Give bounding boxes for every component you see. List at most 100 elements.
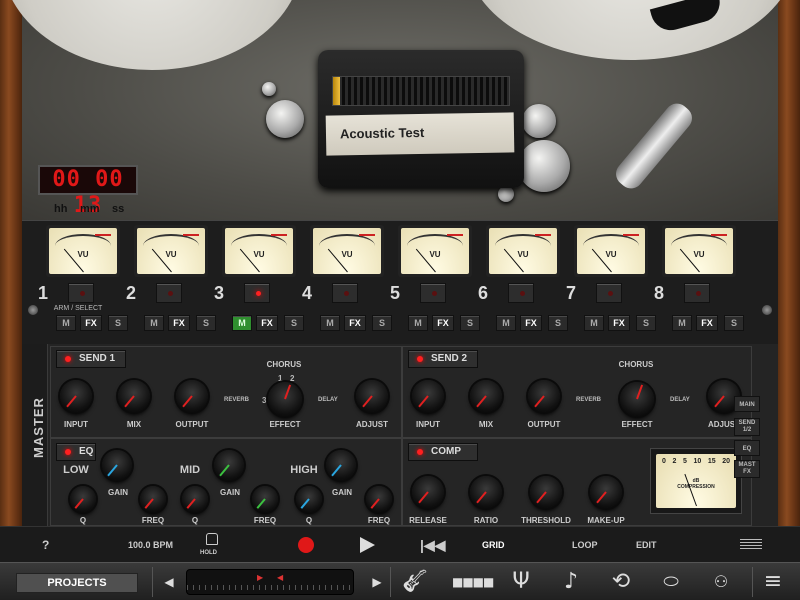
left-reel[interactable]	[2, 0, 302, 70]
loop-end-marker: ◀	[277, 573, 284, 582]
rewind-button[interactable]: |◀◀	[420, 527, 445, 563]
waveform-icon[interactable]	[740, 539, 762, 551]
monitor-button[interactable]: M	[408, 315, 428, 331]
route-mast-fx-button[interactable]: MAST FX	[734, 460, 760, 478]
track-strip: VU 1 ARM / SELECT M FX S VU 2 M FX S VU 3 M FX S VU 4 M FX S…	[22, 220, 778, 344]
fx-button[interactable]: FX	[520, 315, 542, 331]
vu-meter-face: VU	[577, 228, 645, 274]
eq-low-freq-knob[interactable]	[140, 486, 166, 512]
arm-led	[256, 291, 261, 296]
eq-mid-gain-knob[interactable]	[214, 450, 244, 480]
scrub-right-icon[interactable]: ▶	[362, 567, 392, 597]
send2-mix-knob[interactable]	[470, 380, 502, 412]
send1-input-knob[interactable]	[60, 380, 92, 412]
tape-name-label[interactable]: Acoustic Test	[325, 112, 515, 156]
eq-mid-freq-knob[interactable]	[252, 486, 278, 512]
send1-button[interactable]: SEND 1	[56, 350, 126, 368]
send1-effect-knob[interactable]	[268, 382, 302, 416]
arm-select-button[interactable]	[684, 283, 710, 303]
vu-red-zone	[271, 234, 287, 242]
monitor-button[interactable]: M	[232, 315, 252, 331]
play-button[interactable]	[360, 537, 375, 553]
comp-makeup-knob[interactable]	[590, 476, 622, 508]
send1-effect-pos-3: 3	[262, 396, 267, 405]
loop-button[interactable]: LOOP	[572, 527, 598, 563]
arm-select-button[interactable]	[596, 283, 622, 303]
master-label: MASTER	[30, 397, 46, 458]
arm-select-button[interactable]	[332, 283, 358, 303]
send2-button[interactable]: SEND 2	[408, 350, 478, 368]
record-button[interactable]	[298, 537, 314, 553]
eq-high-gain-knob[interactable]	[326, 450, 356, 480]
fx-button[interactable]: FX	[256, 315, 278, 331]
drum-icon[interactable]: ⬭	[656, 567, 686, 597]
monitor-button[interactable]: M	[672, 315, 692, 331]
grid-button[interactable]: GRID	[482, 527, 505, 563]
eq-high-freq-knob[interactable]	[366, 486, 392, 512]
left-wood-panel	[0, 0, 22, 562]
comp-ratio-knob[interactable]	[470, 476, 502, 508]
comp-release-knob[interactable]	[412, 476, 444, 508]
guitar-icon[interactable]: 🎸︎	[400, 567, 430, 597]
vu-meter-face: VU	[489, 228, 557, 274]
comp-tick: 20	[722, 458, 730, 465]
tuner-icon[interactable]: Ψ	[506, 567, 536, 597]
send2-output-knob[interactable]	[528, 380, 560, 412]
arm-select-button[interactable]	[420, 283, 446, 303]
tension-arm[interactable]	[611, 98, 697, 194]
vu-meter: VU	[574, 225, 648, 277]
arm-select-button[interactable]	[68, 283, 94, 303]
eq-low-q-knob[interactable]	[70, 486, 96, 512]
fx-button[interactable]: FX	[696, 315, 718, 331]
send1-mix-knob[interactable]	[118, 380, 150, 412]
counter-hours-label: hh	[54, 203, 68, 215]
send1-output-knob[interactable]	[176, 380, 208, 412]
monitor-button[interactable]: M	[496, 315, 516, 331]
note-icon[interactable]: ♪	[556, 567, 586, 597]
vu-meter-face: VU	[225, 228, 293, 274]
fx-button[interactable]: FX	[608, 315, 630, 331]
fx-button[interactable]: FX	[432, 315, 454, 331]
monitor-button[interactable]: M	[56, 315, 76, 331]
fx-button[interactable]: FX	[80, 315, 102, 331]
comp-ratio-label: RATIO	[473, 516, 499, 525]
eq-led	[65, 449, 71, 455]
song-position-scrubber[interactable]: ▶ ◀	[186, 569, 354, 595]
arm-select-button[interactable]	[508, 283, 534, 303]
arm-select-button[interactable]	[244, 283, 270, 303]
menu-icon[interactable]: ≡	[758, 567, 788, 597]
eq-mid-q-knob[interactable]	[182, 486, 208, 512]
arm-led	[696, 291, 701, 296]
send1-adjust-knob[interactable]	[356, 380, 388, 412]
tape-deck-icon[interactable]: ⚇	[706, 567, 736, 597]
send2-led	[417, 356, 423, 362]
fx-button[interactable]: FX	[344, 315, 366, 331]
pads-icon[interactable]: ■■■■	[452, 567, 494, 597]
tempo-display[interactable]: 100.0 BPM	[128, 527, 173, 563]
eq-high-q-knob[interactable]	[296, 486, 322, 512]
route-eq-button[interactable]: EQ	[734, 440, 760, 456]
eq-low-gain-knob[interactable]	[102, 450, 132, 480]
arm-select-button[interactable]	[156, 283, 182, 303]
send2-effect-knob[interactable]	[620, 382, 654, 416]
monitor-button[interactable]: M	[144, 315, 164, 331]
input-level-meter	[332, 76, 510, 106]
edit-button[interactable]: EDIT	[636, 527, 657, 563]
send2-input-knob[interactable]	[412, 380, 444, 412]
route-main-button[interactable]: MAIN	[734, 396, 760, 412]
projects-button[interactable]: PROJECTS	[16, 573, 138, 593]
monitor-button[interactable]: M	[584, 315, 604, 331]
eq-low-gain-label: GAIN	[108, 488, 128, 497]
master-label-strip: MASTER	[22, 344, 48, 526]
fx-button[interactable]: FX	[168, 315, 190, 331]
solo-button[interactable]: S	[724, 315, 744, 331]
route-send-button[interactable]: SEND 1/2	[734, 418, 760, 436]
send1-input-label: INPUT	[64, 420, 88, 429]
monitor-button[interactable]: M	[320, 315, 340, 331]
scrub-left-icon[interactable]: ◀	[154, 567, 184, 597]
comp-threshold-knob[interactable]	[530, 476, 562, 508]
eq-button[interactable]: EQ	[56, 443, 96, 461]
help-button[interactable]: ?	[42, 527, 49, 563]
comp-button[interactable]: COMP	[408, 443, 478, 461]
loop-icon[interactable]: ⟲	[606, 567, 636, 597]
